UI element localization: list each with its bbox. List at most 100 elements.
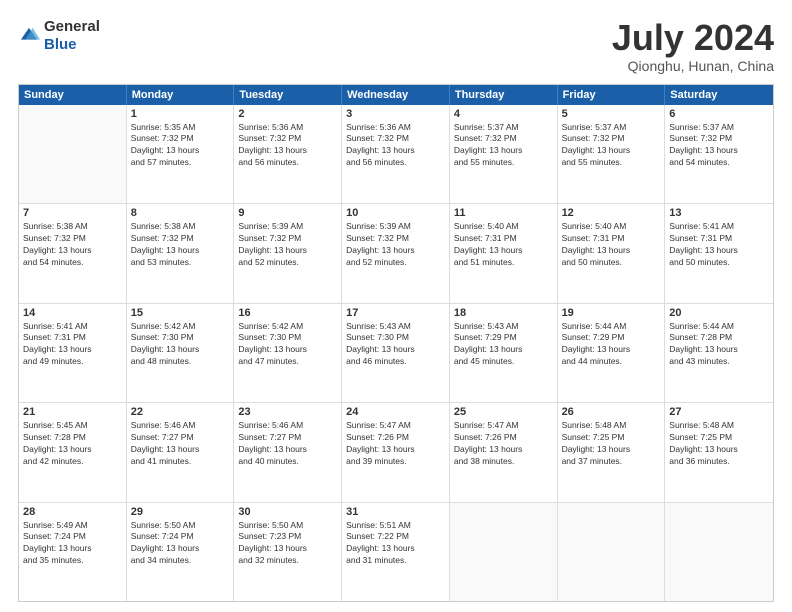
logo-icon [18,25,40,47]
day-number: 14 [23,307,122,319]
day-number: 23 [238,406,337,418]
logo-general: General [44,18,100,35]
day-number: 28 [23,506,122,518]
day-info: Sunrise: 5:48 AMSunset: 7:25 PMDaylight:… [669,420,769,468]
calendar-header: SundayMondayTuesdayWednesdayThursdayFrid… [19,85,773,105]
cal-cell-2-2: 8Sunrise: 5:38 AMSunset: 7:32 PMDaylight… [127,204,235,302]
cal-cell-2-5: 11 Sunrise: 5:40 AMSunset: 7:31 PMDayligh… [450,204,558,302]
cal-header-sunday: Sunday [19,85,127,105]
cal-cell-1-4: 3 Sunrise: 5:36 AMSunset: 7:32 PMDaylight… [342,105,450,203]
day-number: 31 [346,506,445,518]
cal-week-3: 14 Sunrise: 5:41 AMSunset: 7:31 PMDayligh… [19,304,773,403]
day-info: Sunrise: 5:39 AMSunset: 7:32 PMDaylight:… [346,221,445,269]
cal-cell-1-3: 2Sunrise: 5:36 AMSunset: 7:32 PMDaylight… [234,105,342,203]
day-number: 2 [238,108,337,120]
cal-cell-4-4: 24Sunrise: 5:47 AMSunset: 7:26 PMDayligh… [342,403,450,501]
day-number: 20 [669,307,769,319]
day-number: 21 [23,406,122,418]
day-info: Sunrise: 5:39 AMSunset: 7:32 PMDaylight:… [238,221,337,269]
day-number: 13 [669,207,769,219]
day-number: 19 [562,307,661,319]
day-number: 24 [346,406,445,418]
day-info: Sunrise: 5:45 AMSunset: 7:28 PMDaylight:… [23,420,122,468]
day-info: Sunrise: 5:41 AMSunset: 7:31 PMDaylight:… [23,321,122,369]
day-info: Sunrise: 5:40 AMSunset: 7:31 PMDaylight:… [562,221,661,269]
day-info: Sunrise: 5:44 AMSunset: 7:29 PMDaylight:… [562,321,661,369]
cal-header-wednesday: Wednesday [342,85,450,105]
day-info: Sunrise: 5:37 AMSunset: 7:32 PMDaylight:… [562,122,661,170]
cal-cell-4-3: 23 Sunrise: 5:46 AMSunset: 7:27 PMDayligh… [234,403,342,501]
day-info: Sunrise: 5:36 AMSunset: 7:32 PMDaylight:… [346,122,445,170]
cal-cell-5-3: 30Sunrise: 5:50 AMSunset: 7:23 PMDayligh… [234,503,342,601]
cal-cell-3-3: 16 Sunrise: 5:42 AMSunset: 7:30 PMDayligh… [234,304,342,402]
cal-cell-5-5 [450,503,558,601]
day-number: 6 [669,108,769,120]
cal-cell-4-2: 22 Sunrise: 5:46 AMSunset: 7:27 PMDayligh… [127,403,235,501]
day-number: 8 [131,207,230,219]
title-block: July 2024 Qionghu, Hunan, China [612,18,774,74]
day-number: 10 [346,207,445,219]
day-info: Sunrise: 5:46 AMSunset: 7:27 PMDaylight:… [238,420,337,468]
cal-cell-3-5: 18Sunrise: 5:43 AMSunset: 7:29 PMDayligh… [450,304,558,402]
cal-cell-4-5: 25Sunrise: 5:47 AMSunset: 7:26 PMDayligh… [450,403,558,501]
day-number: 27 [669,406,769,418]
cal-cell-1-7: 6 Sunrise: 5:37 AMSunset: 7:32 PMDaylight… [665,105,773,203]
cal-cell-1-6: 5 Sunrise: 5:37 AMSunset: 7:32 PMDaylight… [558,105,666,203]
cal-cell-5-4: 31 Sunrise: 5:51 AMSunset: 7:22 PMDayligh… [342,503,450,601]
cal-cell-2-1: 7 Sunrise: 5:38 AMSunset: 7:32 PMDaylight… [19,204,127,302]
day-info: Sunrise: 5:44 AMSunset: 7:28 PMDaylight:… [669,321,769,369]
day-info: Sunrise: 5:38 AMSunset: 7:32 PMDaylight:… [23,221,122,269]
cal-cell-3-6: 19 Sunrise: 5:44 AMSunset: 7:29 PMDayligh… [558,304,666,402]
day-info: Sunrise: 5:37 AMSunset: 7:32 PMDaylight:… [454,122,553,170]
cal-cell-3-1: 14 Sunrise: 5:41 AMSunset: 7:31 PMDayligh… [19,304,127,402]
day-info: Sunrise: 5:41 AMSunset: 7:31 PMDaylight:… [669,221,769,269]
logo-text: General Blue [44,18,100,54]
day-number: 16 [238,307,337,319]
cal-cell-4-6: 26 Sunrise: 5:48 AMSunset: 7:25 PMDayligh… [558,403,666,501]
cal-cell-2-7: 13 Sunrise: 5:41 AMSunset: 7:31 PMDayligh… [665,204,773,302]
cal-cell-1-1 [19,105,127,203]
subtitle: Qionghu, Hunan, China [612,58,774,74]
cal-cell-5-1: 28Sunrise: 5:49 AMSunset: 7:24 PMDayligh… [19,503,127,601]
cal-cell-4-1: 21 Sunrise: 5:45 AMSunset: 7:28 PMDayligh… [19,403,127,501]
day-number: 22 [131,406,230,418]
day-number: 3 [346,108,445,120]
day-number: 11 [454,207,553,219]
day-info: Sunrise: 5:46 AMSunset: 7:27 PMDaylight:… [131,420,230,468]
page: General Blue July 2024 Qionghu, Hunan, C… [0,0,792,612]
calendar-body: 1Sunrise: 5:35 AMSunset: 7:32 PMDaylight… [19,105,773,601]
cal-header-friday: Friday [558,85,666,105]
cal-week-1: 1Sunrise: 5:35 AMSunset: 7:32 PMDaylight… [19,105,773,204]
cal-cell-4-7: 27 Sunrise: 5:48 AMSunset: 7:25 PMDayligh… [665,403,773,501]
day-number: 18 [454,307,553,319]
day-number: 26 [562,406,661,418]
cal-header-saturday: Saturday [665,85,773,105]
day-info: Sunrise: 5:37 AMSunset: 7:32 PMDaylight:… [669,122,769,170]
logo: General Blue [18,18,100,54]
cal-cell-1-2: 1Sunrise: 5:35 AMSunset: 7:32 PMDaylight… [127,105,235,203]
cal-cell-3-2: 15Sunrise: 5:42 AMSunset: 7:30 PMDayligh… [127,304,235,402]
cal-header-monday: Monday [127,85,235,105]
day-info: Sunrise: 5:50 AMSunset: 7:23 PMDaylight:… [238,520,337,568]
cal-cell-1-5: 4 Sunrise: 5:37 AMSunset: 7:32 PMDaylight… [450,105,558,203]
day-number: 17 [346,307,445,319]
main-title: July 2024 [612,18,774,58]
cal-header-thursday: Thursday [450,85,558,105]
cal-cell-5-2: 29Sunrise: 5:50 AMSunset: 7:24 PMDayligh… [127,503,235,601]
day-info: Sunrise: 5:35 AMSunset: 7:32 PMDaylight:… [131,122,230,170]
cal-cell-2-3: 9 Sunrise: 5:39 AMSunset: 7:32 PMDaylight… [234,204,342,302]
day-info: Sunrise: 5:48 AMSunset: 7:25 PMDaylight:… [562,420,661,468]
cal-cell-5-7 [665,503,773,601]
day-info: Sunrise: 5:51 AMSunset: 7:22 PMDaylight:… [346,520,445,568]
cal-cell-3-4: 17Sunrise: 5:43 AMSunset: 7:30 PMDayligh… [342,304,450,402]
day-info: Sunrise: 5:42 AMSunset: 7:30 PMDaylight:… [238,321,337,369]
day-number: 5 [562,108,661,120]
day-number: 7 [23,207,122,219]
day-info: Sunrise: 5:40 AMSunset: 7:31 PMDaylight:… [454,221,553,269]
day-number: 4 [454,108,553,120]
cal-header-tuesday: Tuesday [234,85,342,105]
cal-cell-2-6: 12Sunrise: 5:40 AMSunset: 7:31 PMDayligh… [558,204,666,302]
cal-cell-2-4: 10 Sunrise: 5:39 AMSunset: 7:32 PMDayligh… [342,204,450,302]
day-number: 9 [238,207,337,219]
day-number: 15 [131,307,230,319]
